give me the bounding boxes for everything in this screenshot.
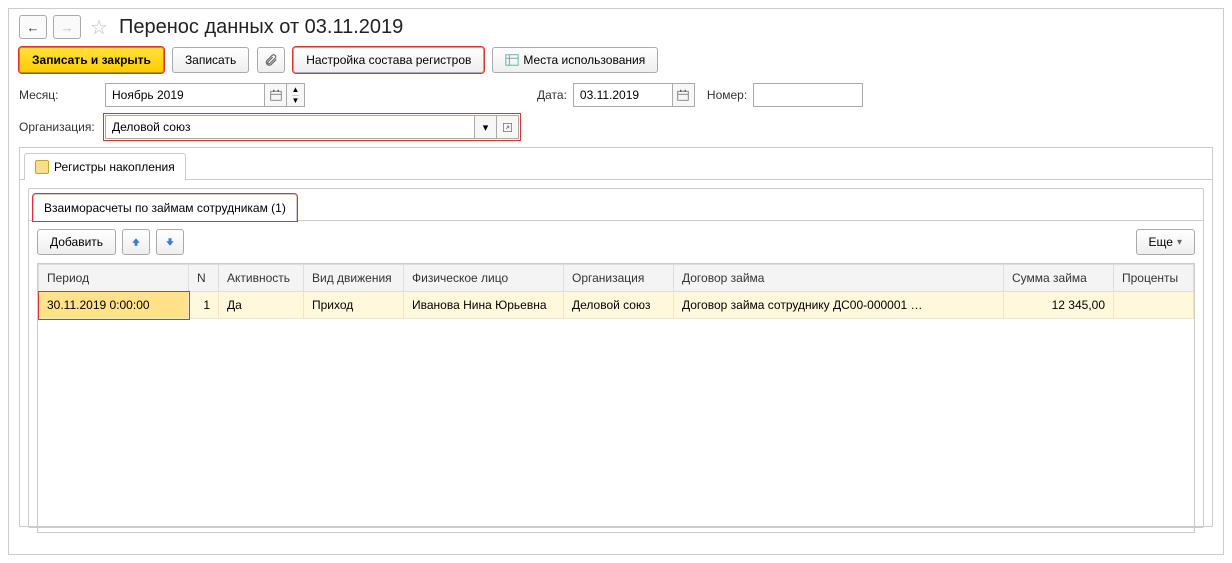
outer-tabs: Регистры накопления Взаиморасчеты по зай…: [19, 147, 1213, 527]
col-contract[interactable]: Договор займа: [674, 265, 1004, 292]
form-row-1: Месяц: ▲▼ Дата: Номер:: [19, 83, 1213, 107]
spinner-down-icon[interactable]: ▼: [292, 96, 300, 107]
number-label: Номер:: [707, 88, 747, 102]
cell-percent[interactable]: [1114, 292, 1194, 319]
spinner-up-icon[interactable]: ▲: [292, 84, 300, 96]
page-title: Перенос данных от 03.11.2019: [119, 16, 403, 39]
table-toolbar: Добавить Еще: [29, 221, 1203, 263]
usages-icon: [505, 53, 519, 67]
table-header-row: Период N Активность Вид движения Физичес…: [39, 265, 1194, 292]
cell-contract[interactable]: Договор займа сотруднику ДС00-000001 …: [674, 292, 1004, 319]
date-input-wrap: [573, 83, 695, 107]
back-button[interactable]: ←: [19, 15, 47, 39]
usages-button[interactable]: Места использования: [492, 47, 658, 73]
outer-tab-content: Взаиморасчеты по займам сотрудникам (1) …: [20, 180, 1212, 536]
table-row[interactable]: 30.11.2019 0:00:00 1 Да Приход Иванова Н…: [39, 292, 1194, 319]
form-row-2: Организация: ▾: [19, 115, 1213, 139]
col-person[interactable]: Физическое лицо: [404, 265, 564, 292]
cell-sum[interactable]: 12 345,00: [1004, 292, 1114, 319]
tab-loan-settlements-label: Взаиморасчеты по займам сотрудникам (1): [44, 201, 286, 215]
table: Период N Активность Вид движения Физичес…: [38, 264, 1194, 319]
cell-movement[interactable]: Приход: [304, 292, 404, 319]
tab-loan-settlements[interactable]: Взаиморасчеты по займам сотрудникам (1): [33, 194, 297, 221]
tab-registers-label: Регистры накопления: [54, 160, 175, 174]
add-button[interactable]: Добавить: [37, 229, 116, 255]
col-percent[interactable]: Проценты: [1114, 265, 1194, 292]
col-active[interactable]: Активность: [219, 265, 304, 292]
move-up-button[interactable]: [122, 229, 150, 255]
window: ← → ☆ Перенос данных от 03.11.2019 Запис…: [8, 8, 1224, 555]
org-input[interactable]: [105, 115, 475, 139]
arrow-up-icon: [130, 236, 142, 248]
paperclip-icon: [264, 53, 278, 67]
forward-button[interactable]: →: [53, 15, 81, 39]
cell-org[interactable]: Деловой союз: [564, 292, 674, 319]
outer-tab-strip: Регистры накопления: [20, 148, 1212, 180]
configure-registers-button[interactable]: Настройка состава регистров: [293, 47, 484, 73]
inner-tabs: Взаиморасчеты по займам сотрудникам (1) …: [28, 188, 1204, 528]
col-n[interactable]: N: [189, 265, 219, 292]
cell-active[interactable]: Да: [219, 292, 304, 319]
cell-person[interactable]: Иванова Нина Юрьевна: [404, 292, 564, 319]
register-tab-icon: [35, 160, 49, 174]
save-button[interactable]: Записать: [172, 47, 249, 73]
date-input[interactable]: [573, 83, 673, 107]
star-icon[interactable]: ☆: [89, 17, 109, 37]
dropdown-icon[interactable]: ▾: [475, 115, 497, 139]
org-input-wrap: ▾: [105, 115, 519, 139]
inner-tab-strip: Взаиморасчеты по займам сотрудникам (1): [29, 189, 1203, 221]
tab-registers[interactable]: Регистры накопления: [24, 153, 186, 180]
attach-button[interactable]: [257, 47, 285, 73]
move-down-button[interactable]: [156, 229, 184, 255]
cell-period[interactable]: 30.11.2019 0:00:00: [39, 292, 189, 319]
calendar-icon[interactable]: [265, 83, 287, 107]
open-icon[interactable]: [497, 115, 519, 139]
date-calendar-icon[interactable]: [673, 83, 695, 107]
month-input[interactable]: [105, 83, 265, 107]
more-button[interactable]: Еще: [1136, 229, 1195, 255]
date-label: Дата:: [537, 88, 567, 102]
data-grid[interactable]: Период N Активность Вид движения Физичес…: [37, 263, 1195, 533]
month-input-wrap: ▲▼: [105, 83, 305, 107]
org-label: Организация:: [19, 120, 99, 134]
col-period[interactable]: Период: [39, 265, 189, 292]
number-input[interactable]: [753, 83, 863, 107]
usages-label: Места использования: [523, 53, 645, 67]
titlebar: ← → ☆ Перенос данных от 03.11.2019: [19, 15, 1213, 39]
cell-n[interactable]: 1: [189, 292, 219, 319]
month-spinner[interactable]: ▲▼: [287, 83, 305, 107]
arrow-down-icon: [164, 236, 176, 248]
month-label: Месяц:: [19, 88, 99, 102]
col-movement[interactable]: Вид движения: [304, 265, 404, 292]
col-sum[interactable]: Сумма займа: [1004, 265, 1114, 292]
save-and-close-button[interactable]: Записать и закрыть: [19, 47, 164, 73]
main-toolbar: Записать и закрыть Записать Настройка со…: [19, 47, 1213, 73]
col-org[interactable]: Организация: [564, 265, 674, 292]
